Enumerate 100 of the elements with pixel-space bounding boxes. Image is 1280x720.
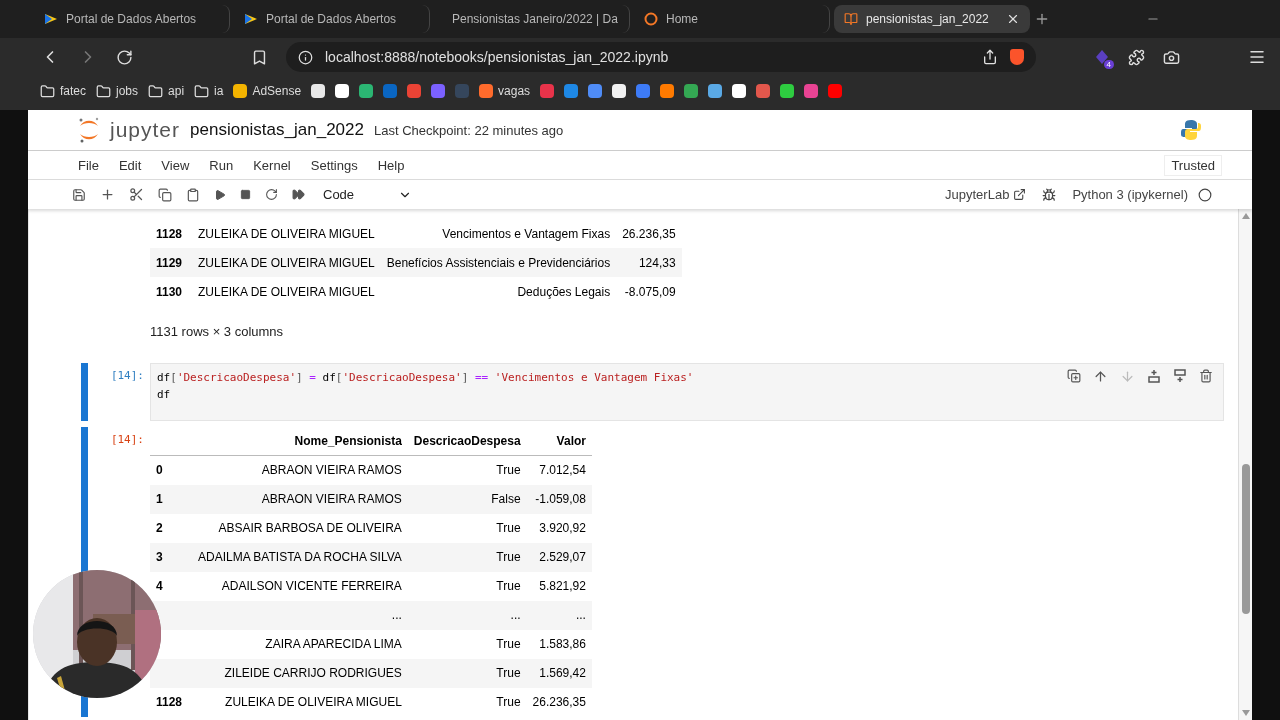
- fast-forward-icon[interactable]: [292, 188, 305, 201]
- book-icon: [844, 12, 858, 26]
- bookmark-folder[interactable]: jobs: [96, 83, 139, 99]
- scissors-icon[interactable]: [129, 187, 144, 202]
- row-index: 1129: [150, 248, 192, 277]
- folder-icon: [96, 83, 111, 99]
- table-cell: ABSAIR BARBOSA DE OLIVEIRA: [192, 513, 408, 543]
- address-bar[interactable]: localhost:8888/notebooks/pensionistas_jan_2022.ipynb: [286, 42, 1036, 72]
- share-icon[interactable]: [982, 49, 998, 65]
- row-index: 3: [150, 542, 192, 572]
- table-cell: 1.569,42: [526, 658, 592, 688]
- kernel-status-icon: [1198, 187, 1212, 202]
- table-cell: ADAILSON VICENTE FERREIRA: [192, 571, 408, 601]
- duplicate-icon[interactable]: [1067, 369, 1081, 383]
- scroll-up-icon[interactable]: [1241, 213, 1250, 219]
- shield-icon[interactable]: [1010, 49, 1024, 65]
- favicon-icon[interactable]: [732, 84, 747, 98]
- camera-icon[interactable]: [1163, 48, 1180, 66]
- code-line: df['DescricaoDespesa'] = df['DescricaoDespesa'] == 'Vencimentos e Vantagem Fixas': [157, 370, 694, 386]
- folder-icon: [194, 83, 210, 99]
- table-cell: ADAILMA BATISTA DA ROCHA SILVA: [192, 542, 408, 572]
- column-header: Nome_Pensionista: [192, 427, 408, 456]
- menu-item[interactable]: Run: [209, 157, 234, 173]
- clipboard-icon[interactable]: [186, 187, 200, 202]
- bookmark-folder[interactable]: ia: [194, 83, 224, 99]
- scroll-down-icon[interactable]: [1241, 710, 1250, 716]
- logo-text: jupyter: [110, 118, 181, 142]
- info-icon[interactable]: [298, 49, 313, 65]
- folder-icon: [148, 83, 164, 99]
- bookmark-icon[interactable]: [251, 48, 268, 66]
- python-logo-icon: [1180, 119, 1202, 141]
- checkpoint-text: Last Checkpoint: 22 minutes ago: [373, 122, 564, 138]
- table-cell: ZULEIKA DE OLIVEIRA MIGUEL: [192, 687, 408, 717]
- jupyter-logo-icon: [78, 117, 100, 143]
- new-tab-icon[interactable]: [1034, 11, 1050, 27]
- output-prompt: [14]:: [110, 433, 144, 446]
- browser-tab[interactable]: Home: [634, 5, 830, 33]
- column-header: Valor: [526, 427, 592, 456]
- row-index: 1: [150, 484, 192, 514]
- copy-icon[interactable]: [158, 187, 172, 202]
- table-cell: True: [407, 571, 527, 601]
- table-cell: ZAIRA APARECIDA LIMA: [192, 629, 408, 659]
- code-editor[interactable]: df['DescricaoDespesa'] = df['DescricaoDespesa'] == 'Vencimentos e Vantagem Fixas' df: [150, 363, 1224, 421]
- bookmark-link[interactable]: AdSense: [233, 84, 302, 98]
- notebook-title[interactable]: pensionistas_jan_2022: [190, 120, 364, 140]
- browser-tab[interactable]: Pensionistas Janeiro/2022 | Da: [434, 5, 630, 33]
- insert-above-icon[interactable]: [1147, 369, 1161, 383]
- favicon-icon[interactable]: [311, 84, 326, 98]
- table-cell: Benefícios Assistenciais e Previdenciários: [380, 248, 617, 277]
- table-cell: True: [407, 658, 527, 688]
- add-icon[interactable]: [100, 187, 115, 202]
- puzzle-icon[interactable]: [1128, 48, 1145, 66]
- table-cell: -1.059,08: [526, 484, 592, 514]
- table-cell: 124,33: [616, 248, 682, 277]
- insert-below-icon[interactable]: [1173, 369, 1187, 383]
- menu-icon[interactable]: [1248, 48, 1266, 66]
- scrollbar[interactable]: [1238, 209, 1252, 720]
- table-cell: 2.529,07: [526, 542, 592, 572]
- menu-item[interactable]: View: [161, 157, 190, 173]
- jupyterlab-link[interactable]: JupyterLab: [945, 187, 1027, 202]
- bookmark-folder[interactable]: api: [148, 83, 185, 99]
- save-icon[interactable]: [72, 187, 86, 202]
- stop-icon[interactable]: [240, 189, 251, 200]
- favicon-icon[interactable]: [612, 84, 627, 98]
- table-cell: ...: [526, 600, 592, 630]
- delete-icon[interactable]: [1199, 369, 1213, 383]
- menu-item[interactable]: Kernel: [253, 157, 291, 173]
- row-index: 1130: [150, 277, 192, 306]
- menu-item[interactable]: Settings: [310, 157, 358, 173]
- table-cell: True: [407, 687, 527, 717]
- table-cell: True: [407, 513, 527, 543]
- menu-item[interactable]: Help: [377, 157, 405, 173]
- external-link-icon: [1013, 188, 1027, 201]
- table-cell: 5.821,92: [526, 571, 592, 601]
- menu-item[interactable]: Edit: [118, 157, 142, 173]
- row-index: 1128: [150, 219, 192, 248]
- restart-icon[interactable]: [265, 188, 278, 201]
- bug-icon[interactable]: [1042, 187, 1057, 202]
- table-cell: 26.236,35: [616, 219, 682, 248]
- table-cell: ZILEIDE CARRIJO RODRIGUES: [192, 658, 408, 688]
- favicon-icon[interactable]: [780, 84, 795, 98]
- menu-item[interactable]: File: [78, 157, 99, 173]
- favicon-icon[interactable]: [335, 84, 350, 98]
- browser-tab[interactable]: pensionistas_jan_2022: [834, 5, 1030, 33]
- table-cell: Deduções Legais: [380, 277, 617, 306]
- row-index: 1128: [150, 687, 192, 717]
- scrollbar-thumb[interactable]: [1241, 464, 1250, 614]
- bookmark-folder[interactable]: fatec: [40, 83, 86, 99]
- browser-tab[interactable]: Portal de Dados Abertos: [34, 5, 230, 33]
- cell-type-select[interactable]: Code: [319, 187, 417, 202]
- table-summary: 1131 rows × 3 columns: [150, 323, 285, 341]
- bookmark-link[interactable]: vagas: [479, 84, 531, 98]
- close-icon[interactable]: [1006, 12, 1020, 26]
- browser-tab[interactable]: Portal de Dados Abertos: [234, 5, 430, 33]
- triangle-icon: [44, 12, 58, 26]
- run-icon[interactable]: [214, 188, 226, 201]
- reload-icon[interactable]: [116, 48, 133, 66]
- table-cell: 26.236,35: [526, 687, 592, 717]
- trusted-button[interactable]: Trusted: [1164, 154, 1222, 176]
- kernel-name[interactable]: Python 3 (ipykernel): [1072, 187, 1188, 202]
